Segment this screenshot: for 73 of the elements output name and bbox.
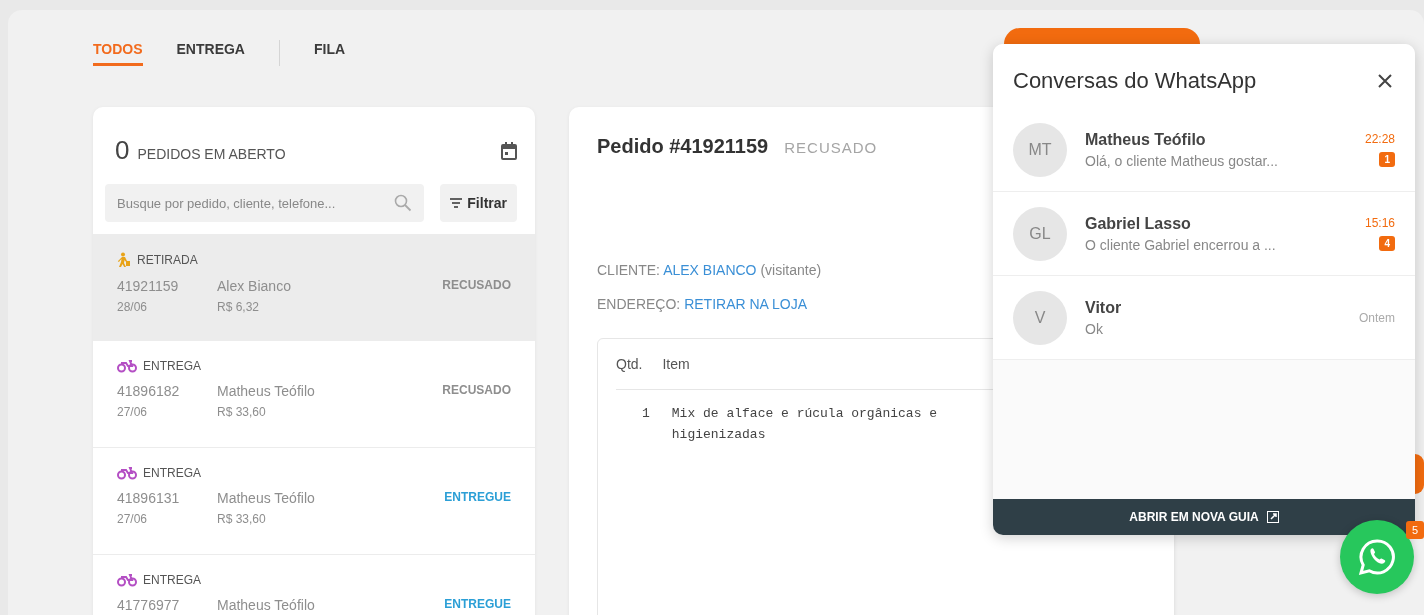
order-type: ENTREGA <box>143 573 201 587</box>
order-number: 41776977 <box>117 597 181 613</box>
search-icon <box>394 194 413 212</box>
order-status: ENTREGUE <box>444 490 511 506</box>
unread-count: 1 <box>1379 152 1395 167</box>
unread-count: 4 <box>1379 236 1395 251</box>
contact-name: Vitor <box>1085 298 1123 317</box>
column-header: Qtd. <box>616 356 643 372</box>
avatar: MT <box>1013 122 1067 177</box>
tab[interactable]: ENTREGA <box>176 40 245 66</box>
customer-name: Matheus Teófilo <box>217 597 316 613</box>
order-date: 27/06 <box>117 405 149 419</box>
order-total: R$ 33,60 <box>217 405 267 419</box>
customer-name: Matheus Teófilo <box>217 383 316 399</box>
floating-button[interactable] <box>1415 454 1424 494</box>
notification-badge: 5 <box>1406 521 1424 539</box>
action-button[interactable] <box>1004 28 1200 44</box>
message-time: 22:28 <box>1364 132 1395 146</box>
conversation-item[interactable]: MT Matheus Teófilo Olá, o cliente Matheus gostar... 22:28 1 <box>993 108 1415 192</box>
close-button[interactable] <box>1377 73 1393 89</box>
order-status: RECUSADO <box>442 278 511 294</box>
order-date: 27/06 <box>117 512 149 526</box>
order-row[interactable]: RETIRADA 41921159 Alex Bianco RECUSADO 28/06 R$ 6,32 <box>93 234 535 341</box>
order-row[interactable]: ENTREGA 41896182 Matheus Teófilo RECUSADO 27/06 R$ 33,60 <box>93 341 535 448</box>
close-icon <box>1377 73 1393 89</box>
message-preview: O cliente Gabriel encerrou a ... <box>1085 236 1277 253</box>
order-number: 41921159 <box>117 278 180 294</box>
order-status: ENTREGUE <box>444 597 511 613</box>
order-type: RETIRADA <box>137 253 198 267</box>
message-preview: Olá, o cliente Matheus gostar... <box>1085 152 1279 169</box>
order-total: R$ 33,60 <box>217 512 267 526</box>
message-time: Ontem <box>1359 310 1395 325</box>
order-total: R$ 6,32 <box>217 300 261 314</box>
message-preview: Ok <box>1085 320 1104 337</box>
whatsapp-icon <box>1357 537 1397 577</box>
client-link[interactable]: ALEX BIANCO <box>663 262 757 278</box>
item-name: Mix de alface e rúcula orgânicas e higienizadas <box>671 405 939 444</box>
conversation-item[interactable]: V Vitor Ok Ontem <box>993 276 1415 360</box>
order-row[interactable]: ENTREGA 41896131 Matheus Teófilo ENTREGUE 27/06 R$ 33,60 <box>93 448 535 555</box>
motorcycle-icon <box>117 466 137 480</box>
column-header: Item <box>662 356 690 372</box>
contact-name: Gabriel Lasso <box>1085 214 1192 233</box>
conversation-item[interactable]: GL Gabriel Lasso O cliente Gabriel encerrou a ... 15:16 4 <box>993 192 1415 276</box>
filter-button[interactable]: Filtrar <box>440 184 517 222</box>
tab[interactable]: FILA <box>314 40 346 66</box>
order-type: ENTREGA <box>143 359 201 373</box>
external-link-icon <box>1266 511 1279 523</box>
order-status: RECUSADO <box>442 383 511 399</box>
order-status: RECUSADO <box>784 139 878 156</box>
customer-name: Matheus Teófilo <box>217 490 316 506</box>
panel-title: Conversas do WhatsApp <box>1013 68 1257 94</box>
order-number: 41896131 <box>117 490 181 506</box>
order-row[interactable]: ENTREGA 41776977 Matheus Teófilo ENTREGUE <box>93 555 535 615</box>
customer-name: Alex Bianco <box>217 278 292 294</box>
walking-person-icon <box>117 252 131 268</box>
contact-name: Matheus Teófilo <box>1085 130 1207 149</box>
avatar: GL <box>1013 206 1067 261</box>
order-type: ENTREGA <box>143 466 201 480</box>
whatsapp-button[interactable] <box>1340 520 1414 594</box>
order-title: Pedido #41921159 <box>597 135 769 158</box>
calendar-icon[interactable] <box>501 141 517 160</box>
open-orders-count: 0 <box>115 135 130 166</box>
open-orders-label: PEDIDOS EM ABERTO <box>137 146 286 162</box>
motorcycle-icon <box>117 359 137 373</box>
search-field[interactable]: Busque por pedido, cliente, telefone... <box>105 184 425 222</box>
order-date: 28/06 <box>117 300 149 314</box>
filter-icon <box>450 198 463 208</box>
motorcycle-icon <box>117 573 137 587</box>
order-number: 41896182 <box>117 383 181 399</box>
item-quantity: 1 <box>642 405 650 423</box>
message-time: 15:16 <box>1364 216 1395 230</box>
avatar: V <box>1013 290 1067 345</box>
address-link[interactable]: RETIRAR NA LOJA <box>684 296 808 312</box>
